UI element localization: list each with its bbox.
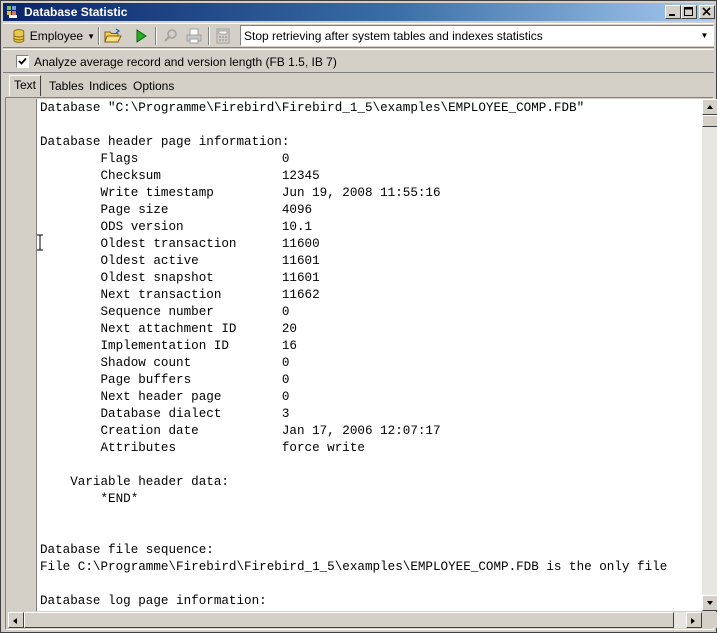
database-statistic-icon — [7, 6, 17, 18]
text-line: Page size 4096 — [40, 203, 313, 217]
toolbar-separator — [98, 27, 100, 45]
text-line: Attributes force write — [40, 441, 365, 455]
analyze-checkbox-label[interactable]: Analyze average record and version lengt… — [34, 55, 337, 69]
calculator-icon — [216, 28, 230, 44]
tab-options[interactable]: Options — [129, 77, 178, 96]
minimize-icon — [669, 14, 675, 16]
statistics-text-pane: Database "C:\Programme\Firebird\Firebird… — [5, 97, 717, 630]
run-button[interactable] — [130, 26, 152, 46]
text-line: Next attachment ID 20 — [40, 322, 297, 336]
close-icon — [702, 7, 711, 16]
window-title: Database Statistic — [24, 5, 128, 19]
text-line: Next transaction 11662 — [40, 288, 320, 302]
checkmark-icon — [18, 57, 27, 65]
scroll-up-button[interactable] — [702, 99, 717, 115]
scroll-left-button[interactable] — [8, 612, 24, 628]
text-line: Database "C:\Programme\Firebird\Firebird… — [40, 101, 585, 115]
open-button[interactable] — [102, 26, 124, 46]
toolbar-separator — [155, 27, 157, 45]
analyze-checkbox[interactable] — [16, 55, 29, 68]
scrollbar-corner — [702, 612, 717, 628]
text-line: Oldest snapshot 11601 — [40, 271, 320, 285]
close-button[interactable] — [699, 5, 715, 19]
horizontal-scrollbar[interactable] — [8, 612, 702, 628]
database-statistic-window: Database Statistic Employee ▼ Stop retri… — [0, 0, 717, 633]
text-line: Database dialect 3 — [40, 407, 290, 421]
text-line: Database log page information: — [40, 594, 267, 608]
text-line: Page buffers 0 — [40, 373, 290, 387]
text-line: *END* — [40, 492, 139, 506]
text-line: Checksum 12345 — [40, 169, 320, 183]
toolbar: Employee ▼ Stop retrieving after system … — [3, 23, 714, 48]
text-line: Creation date Jan 17, 2006 12:07:17 — [40, 424, 441, 438]
retrieve-option-value: Stop retrieving after system tables and … — [244, 29, 543, 43]
print-button[interactable] — [183, 26, 205, 46]
text-cursor-icon — [37, 234, 43, 251]
toolbar-separator — [208, 27, 210, 45]
text-line: Implementation ID 16 — [40, 339, 297, 353]
maximize-button[interactable] — [681, 5, 697, 19]
statistics-text-area[interactable]: Database "C:\Programme\Firebird\Firebird… — [36, 99, 702, 611]
search-icon — [164, 29, 177, 42]
arrow-left-icon — [13, 618, 17, 624]
text-line: ODS version 10.1 — [40, 220, 313, 234]
text-line: Database header page information: — [40, 135, 290, 149]
chevron-down-icon[interactable]: ▼ — [697, 27, 712, 44]
chevron-down-icon: ▼ — [87, 31, 95, 41]
tab-bar: Text Tables Indices Options — [3, 74, 714, 96]
editor-gutter — [8, 100, 35, 611]
text-line: Flags 0 — [40, 152, 290, 166]
title-bar[interactable]: Database Statistic — [3, 3, 715, 21]
text-line: Write timestamp Jun 19, 2008 11:55:16 — [40, 186, 441, 200]
database-selector-label: Employee — [29, 29, 84, 43]
text-line: Sequence number 0 — [40, 305, 290, 319]
text-line: Shadow count 0 — [40, 356, 290, 370]
text-line: Variable header data: — [40, 475, 229, 489]
open-folder-icon — [104, 28, 122, 43]
search-button[interactable] — [160, 26, 182, 46]
database-icon — [13, 29, 25, 43]
retrieve-option-dropdown[interactable]: Stop retrieving after system tables and … — [240, 25, 714, 46]
text-line: File C:\Programme\Firebird\Firebird_1_5\… — [40, 560, 668, 574]
maximize-icon — [684, 7, 693, 16]
options-bar: Analyze average record and version lengt… — [3, 49, 714, 73]
print-icon — [186, 28, 202, 44]
text-line: Next header page 0 — [40, 390, 290, 404]
text-line: Database file sequence: — [40, 543, 214, 557]
scroll-down-button[interactable] — [702, 595, 717, 611]
vertical-scroll-thumb[interactable] — [702, 115, 717, 127]
text-line: Oldest transaction 11600 — [40, 237, 320, 251]
tab-text[interactable]: Text — [9, 75, 42, 96]
tab-tables[interactable]: Tables — [45, 77, 88, 96]
tab-indices[interactable]: Indices — [85, 77, 131, 96]
database-selector[interactable]: Employee ▼ — [11, 26, 95, 46]
calculator-button[interactable] — [212, 26, 234, 46]
text-line: Oldest active 11601 — [40, 254, 320, 268]
arrow-up-icon — [707, 105, 713, 109]
vertical-scrollbar[interactable] — [702, 99, 717, 611]
horizontal-scroll-thumb[interactable] — [24, 612, 674, 628]
scroll-right-button[interactable] — [686, 612, 702, 628]
minimize-button[interactable] — [665, 5, 681, 19]
run-icon — [136, 29, 147, 43]
arrow-right-icon — [691, 618, 695, 624]
arrow-down-icon — [707, 601, 713, 605]
